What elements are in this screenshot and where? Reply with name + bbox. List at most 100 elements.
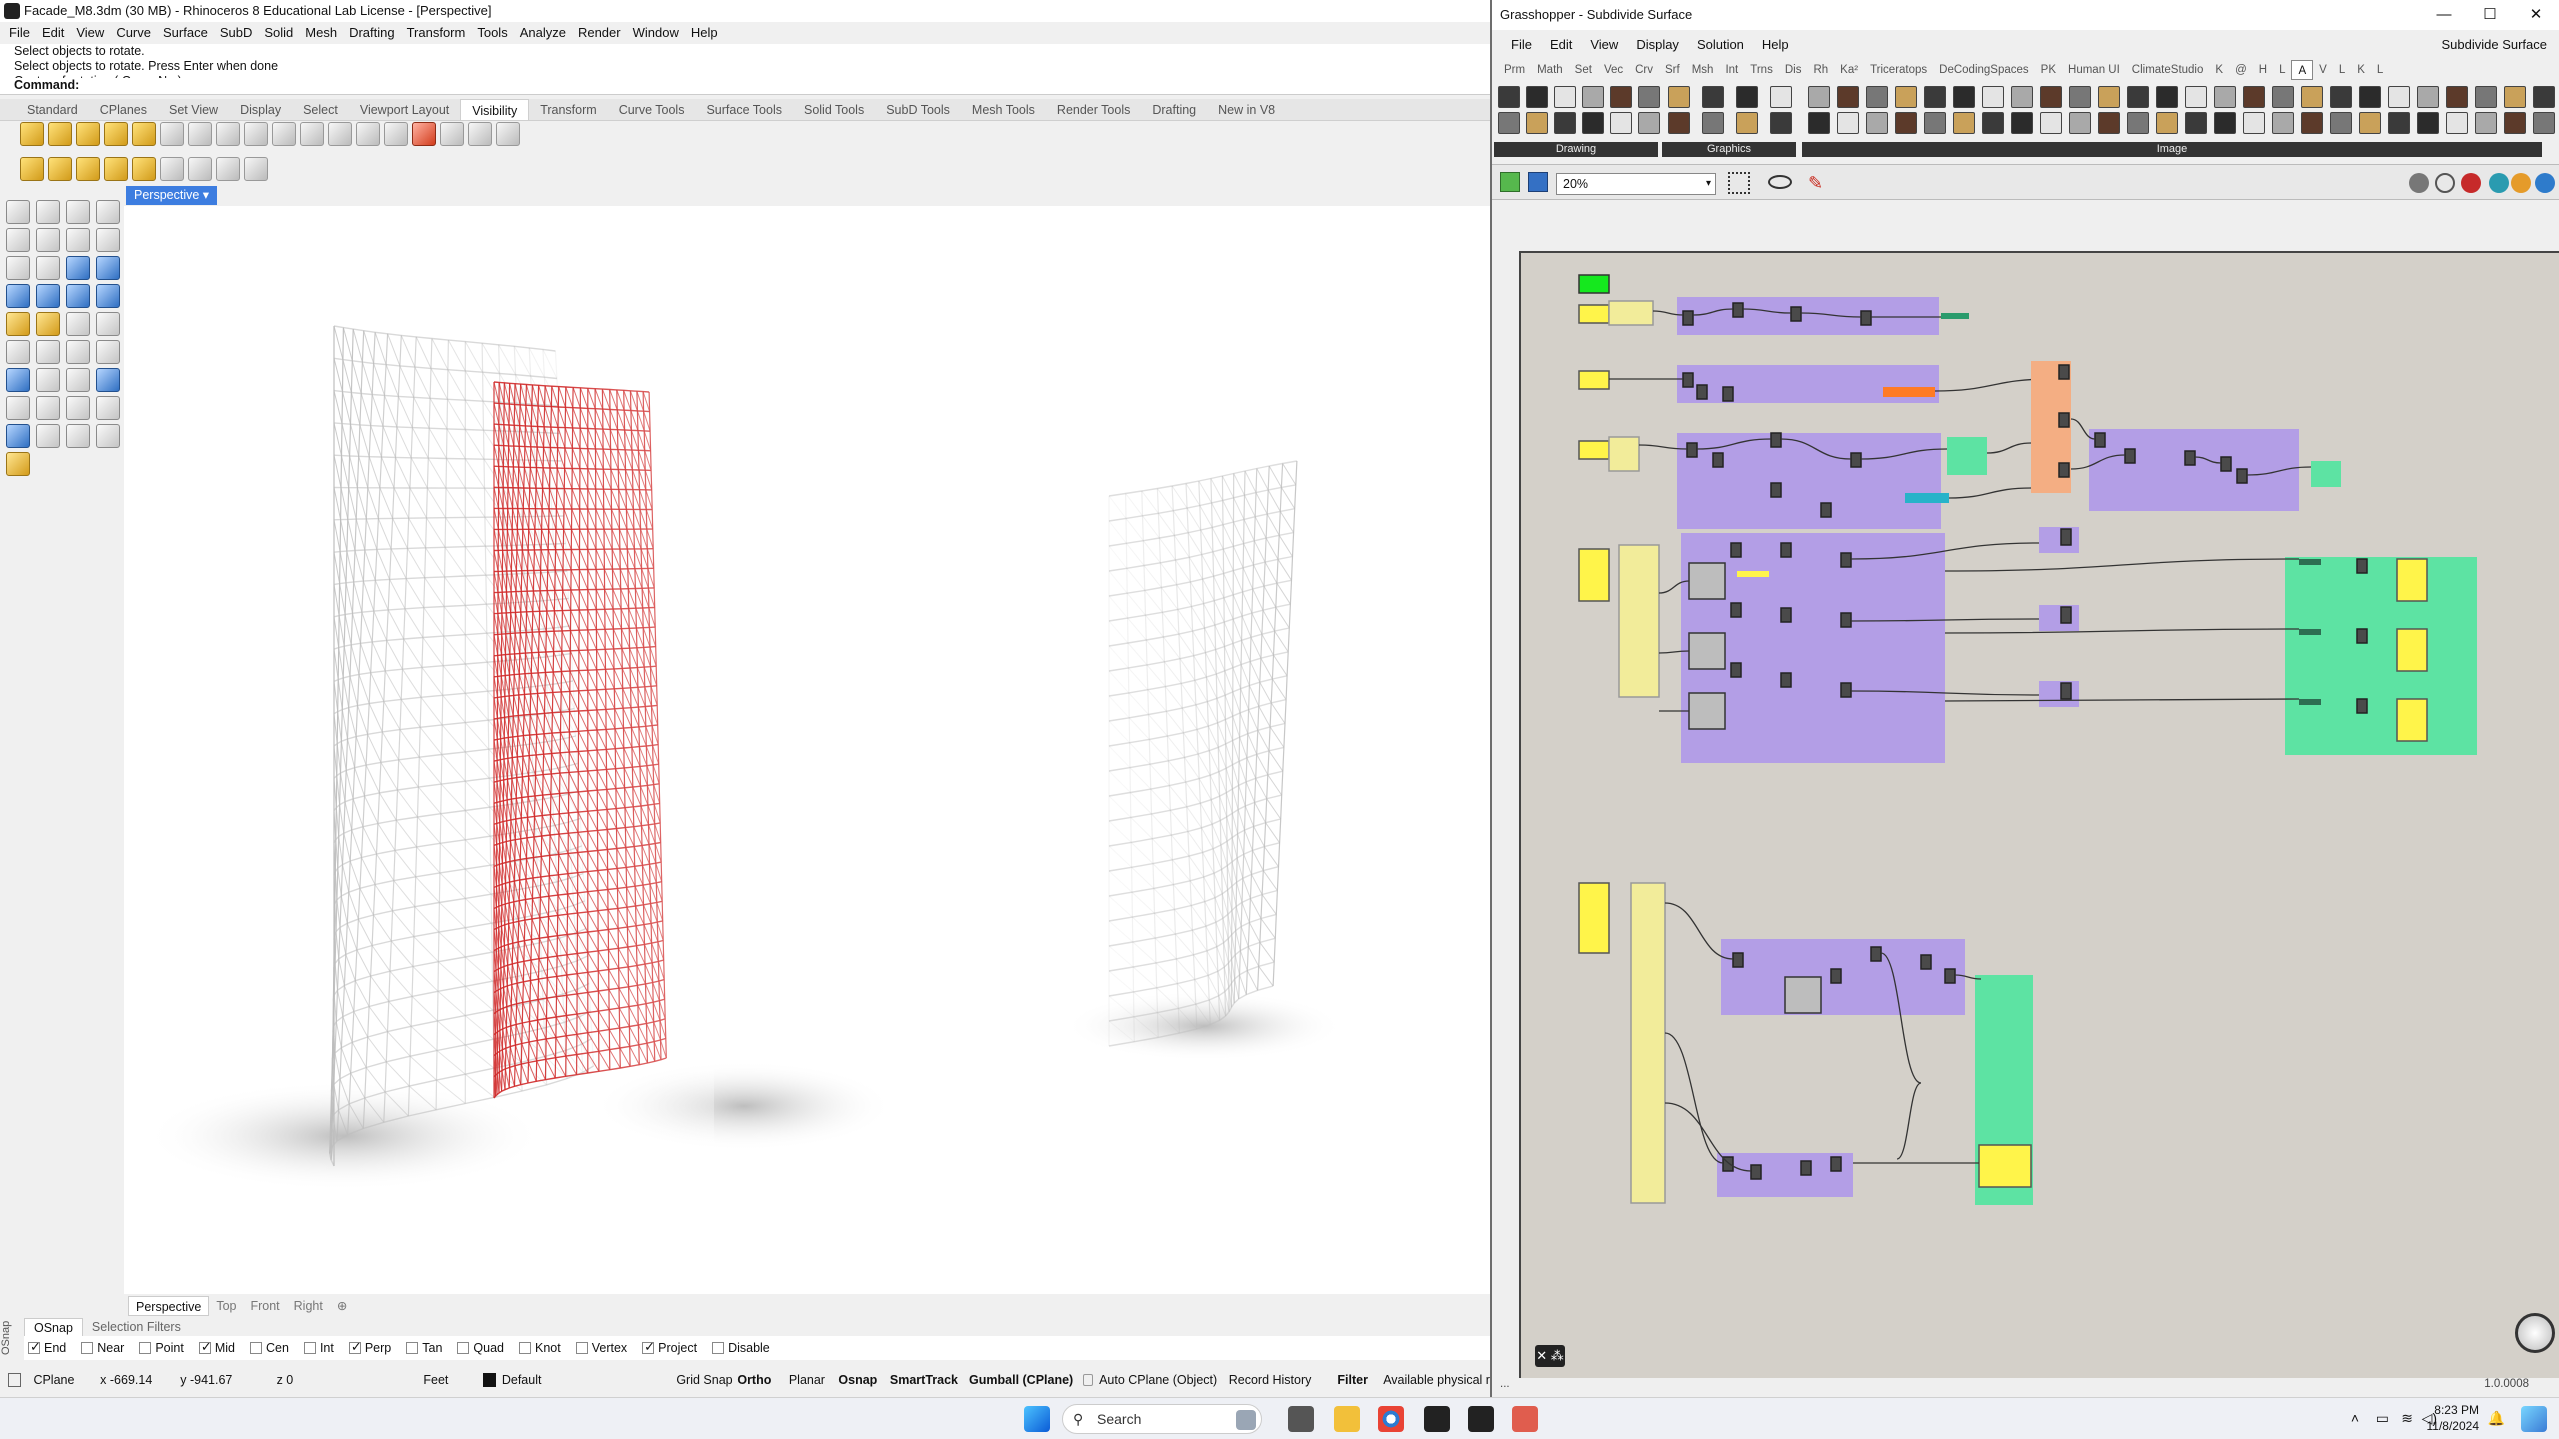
move-icon[interactable] [36,368,60,392]
osnap-int[interactable]: Int [303,1341,334,1355]
preview-shaded-icon[interactable] [2409,173,2429,193]
render-icon[interactable] [36,424,60,448]
group-drawing-label[interactable]: Drawing [1494,142,1658,157]
copilot-icon[interactable] [2521,1406,2547,1432]
osnap-tab-selection-filters[interactable]: Selection Filters [83,1318,190,1336]
gh-tab-pk[interactable]: PK [2035,60,2062,80]
osnap-near[interactable]: Near [81,1341,124,1355]
osnap-point[interactable]: Point [139,1341,184,1355]
preview-selected-icon[interactable] [2461,173,2481,193]
component-icon[interactable] [1924,112,1946,134]
component-icon[interactable] [2156,112,2178,134]
tab-subd-tools[interactable]: SubD Tools [875,99,961,120]
component-icon[interactable] [2504,112,2526,134]
component-icon[interactable] [1808,86,1830,108]
component-icon[interactable] [1736,112,1758,134]
show-objects-icon[interactable] [20,122,44,146]
gh-menu-solution[interactable]: Solution [1688,32,1753,58]
chevron-up-icon[interactable]: ˄ [2351,1410,2359,1426]
component-icon[interactable] [2011,86,2033,108]
checkbox[interactable] [712,1342,725,1354]
polygon-icon[interactable] [66,228,90,252]
gumball-icon[interactable] [6,452,30,476]
component-icon[interactable] [1808,112,1830,134]
group-icon[interactable] [132,157,156,181]
solver-icon[interactable] [2535,173,2555,193]
component-icon[interactable] [2069,86,2091,108]
gh-tab-set[interactable]: Set [1569,60,1598,80]
menu-transform[interactable]: Transform [404,22,475,44]
viewport-tab-top[interactable]: Top [209,1296,243,1316]
checkbox[interactable] [303,1342,316,1354]
menu-window[interactable]: Window [630,22,688,44]
scale-icon[interactable] [66,368,90,392]
component-icon[interactable] [1770,86,1792,108]
gh-tab-prm[interactable]: Prm [1498,60,1531,80]
rhino-taskbar-icon-2[interactable] [1468,1406,1494,1432]
component-icon[interactable] [1770,112,1792,134]
select-points-icon[interactable] [440,122,464,146]
component-icon[interactable] [2243,112,2265,134]
component-icon[interactable] [2446,86,2468,108]
gh-menu-help[interactable]: Help [1753,32,1798,58]
arc-icon[interactable] [6,256,30,280]
tab-solid-tools[interactable]: Solid Tools [793,99,875,120]
osnap-toggle[interactable]: Osnap [838,1373,889,1387]
taskbar-clock[interactable]: 8:23 PM 11/8/2024 [2427,1402,2480,1434]
points-off-icon[interactable] [300,122,324,146]
hide-swap-icon[interactable] [104,122,128,146]
check-icon[interactable] [66,424,90,448]
component-icon[interactable] [2127,86,2149,108]
gh-tab-trns[interactable]: Trns [1744,60,1779,80]
menu-tools[interactable]: Tools [474,22,516,44]
component-icon[interactable] [2098,112,2120,134]
component-icon[interactable] [2185,112,2207,134]
trim-icon[interactable] [66,340,90,364]
block-icon[interactable] [160,157,184,181]
gh-tab-crv[interactable]: Crv [1629,60,1659,80]
tab-drafting[interactable]: Drafting [1141,99,1207,120]
gh-tab-msh[interactable]: Msh [1686,60,1720,80]
component-icon[interactable] [1582,112,1604,134]
padlock-icon[interactable] [244,122,268,146]
gh-tab-int[interactable]: Int [1719,60,1744,80]
facade-left-wireframe[interactable] [328,325,595,1167]
component-icon[interactable] [2504,86,2526,108]
subd-icon[interactable] [36,312,60,336]
menu-drafting[interactable]: Drafting [346,22,404,44]
component-icon[interactable] [1866,112,1888,134]
component-icon[interactable] [1498,112,1520,134]
component-icon[interactable] [2011,112,2033,134]
unlock-icon[interactable] [188,122,212,146]
gh-tab-dis[interactable]: Dis [1779,60,1808,80]
checkbox[interactable] [575,1342,588,1354]
tab-surface-tools[interactable]: Surface Tools [695,99,793,120]
osnap-end[interactable]: End [28,1339,66,1355]
component-icon[interactable] [2272,86,2294,108]
command-line[interactable]: Command: [0,78,1490,95]
edit-points-icon[interactable] [384,122,408,146]
snipping-tool-icon[interactable] [1512,1406,1538,1432]
tab-viewport-layout[interactable]: Viewport Layout [349,99,460,120]
component-icon[interactable] [2388,86,2410,108]
units-label[interactable]: Feet [423,1373,482,1387]
bar-chart-icon[interactable] [244,157,268,181]
properties-icon[interactable] [48,157,72,181]
paste-icon[interactable] [104,157,128,181]
osnap-cen[interactable]: Cen [250,1341,289,1355]
component-icon[interactable] [2156,86,2178,108]
smarttrack-toggle[interactable]: SmartTrack [890,1373,969,1387]
osnap-tab-osnap[interactable]: OSnap [24,1318,83,1336]
checkbox[interactable] [28,1339,41,1355]
gh-tab-human-ui[interactable]: Human UI [2062,60,2126,80]
component-icon[interactable] [1953,112,1975,134]
gh-tab-l[interactable]: L [2371,60,2389,80]
light-icon[interactable] [132,122,156,146]
navigation-compass-icon[interactable] [2515,1313,2555,1353]
checkbox[interactable] [406,1342,419,1354]
polyline-icon[interactable] [66,200,90,224]
copy-icon[interactable] [76,157,100,181]
circle-icon[interactable] [6,228,30,252]
analyze-icon[interactable] [6,424,30,448]
component-icon[interactable] [2272,112,2294,134]
